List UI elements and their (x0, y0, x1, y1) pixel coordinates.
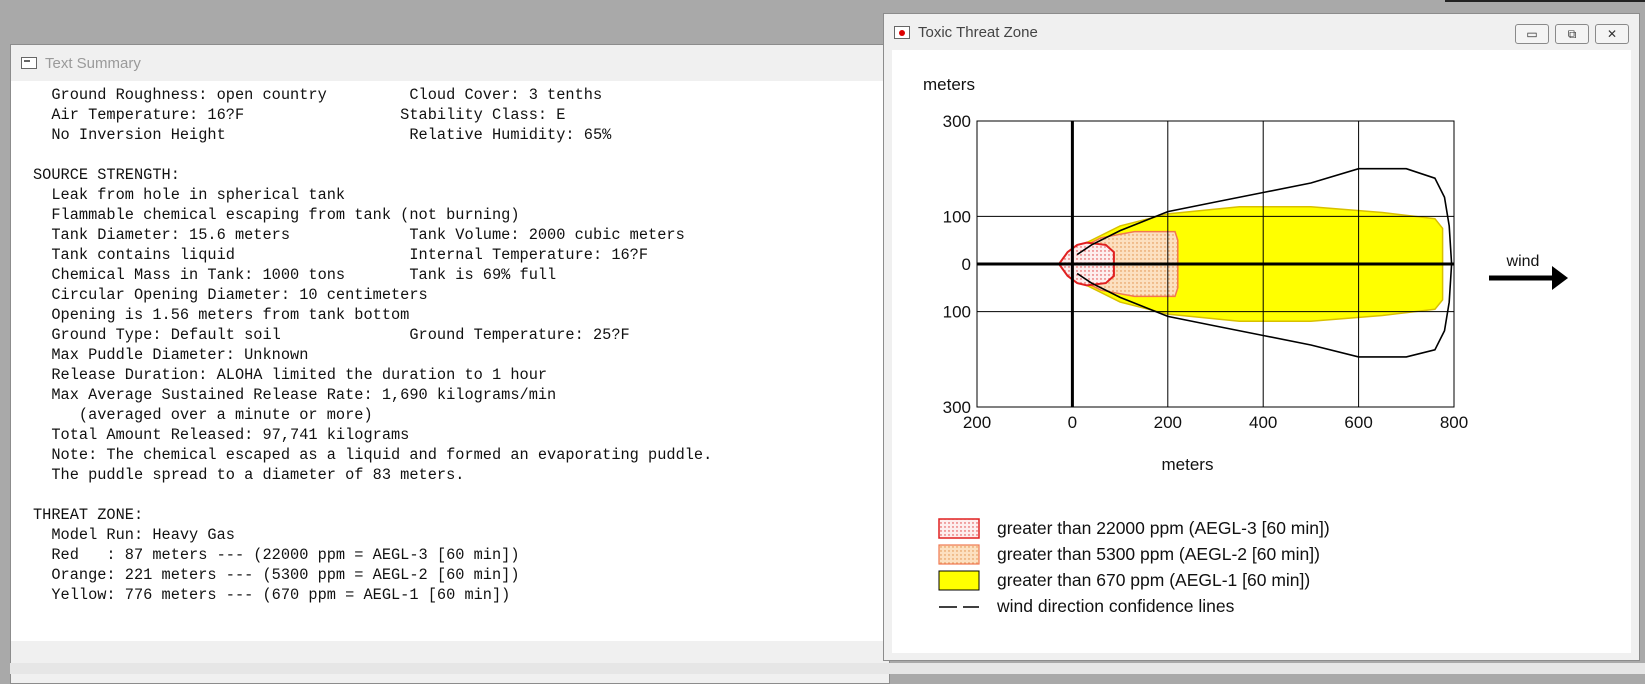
x-axis-label: meters (1162, 455, 1214, 474)
y-tick-label-4: 300 (943, 398, 971, 417)
restore-icon: ⧉ (1567, 27, 1577, 41)
x-tick-label-4: 600 (1344, 413, 1372, 432)
top-edge-line (1445, 0, 1645, 2)
threat-zone-window-icon (894, 25, 910, 39)
close-button[interactable]: ✕ (1595, 24, 1629, 44)
legend-swatch-yellow (938, 570, 980, 591)
y-tick-label-0: 300 (943, 112, 971, 131)
minimize-button[interactable]: ▭ (1515, 24, 1549, 44)
y-axis-label: meters (923, 75, 975, 94)
legend-swatch-orange (938, 544, 980, 565)
y-tick-label-3: 100 (943, 303, 971, 322)
threat-zone-chart: 200 0 200 400 600 8003001000100300metersmeter… (923, 75, 1568, 616)
y-tick-label-1: 100 (943, 207, 971, 226)
restore-button[interactable]: ⧉ (1555, 24, 1589, 44)
threat-zone-chart-area: 200 0 200 400 600 800 300 100 0 100 300 meters meter… (892, 50, 1631, 653)
minimize-icon: ▭ (1526, 27, 1538, 41)
legend-label-0: greater than 22000 ppm (AEGL-3 [60 min]) (997, 518, 1330, 538)
legend-swatch-red (938, 518, 980, 539)
x-tick-label-3: 400 (1249, 413, 1277, 432)
legend-label-1: greater than 5300 ppm (AEGL-2 [60 min]) (997, 544, 1320, 564)
text-window-icon (21, 57, 37, 69)
text-summary-content[interactable]: Ground Roughness: open country Cloud Cov… (11, 81, 889, 641)
close-icon: ✕ (1606, 27, 1618, 41)
text-summary-titlebar[interactable]: Text Summary (11, 45, 889, 81)
x-tick-label-1: 0 (1068, 413, 1077, 432)
wind-arrow-icon (1552, 266, 1568, 290)
text-summary-window[interactable]: Text Summary Ground Roughness: open coun… (10, 44, 890, 684)
summary-text: Ground Roughness: open country Cloud Cov… (33, 86, 713, 604)
wind-label: wind (1506, 253, 1540, 270)
y-tick-label-2: 0 (962, 255, 971, 274)
threat-zone-title: Toxic Threat Zone (918, 23, 1038, 41)
horizontal-scrollbar[interactable] (10, 663, 1645, 674)
x-tick-label-5: 800 (1440, 413, 1468, 432)
toxic-threat-zone-window[interactable]: Toxic Threat Zone ▭ ⧉ ✕ 200 0 200 400 600 800… (883, 13, 1640, 661)
legend-label-3: wind direction confidence lines (996, 596, 1235, 616)
text-summary-title: Text Summary (45, 54, 141, 72)
legend-label-2: greater than 670 ppm (AEGL-1 [60 min]) (997, 570, 1310, 590)
x-tick-label-2: 200 (1154, 413, 1182, 432)
